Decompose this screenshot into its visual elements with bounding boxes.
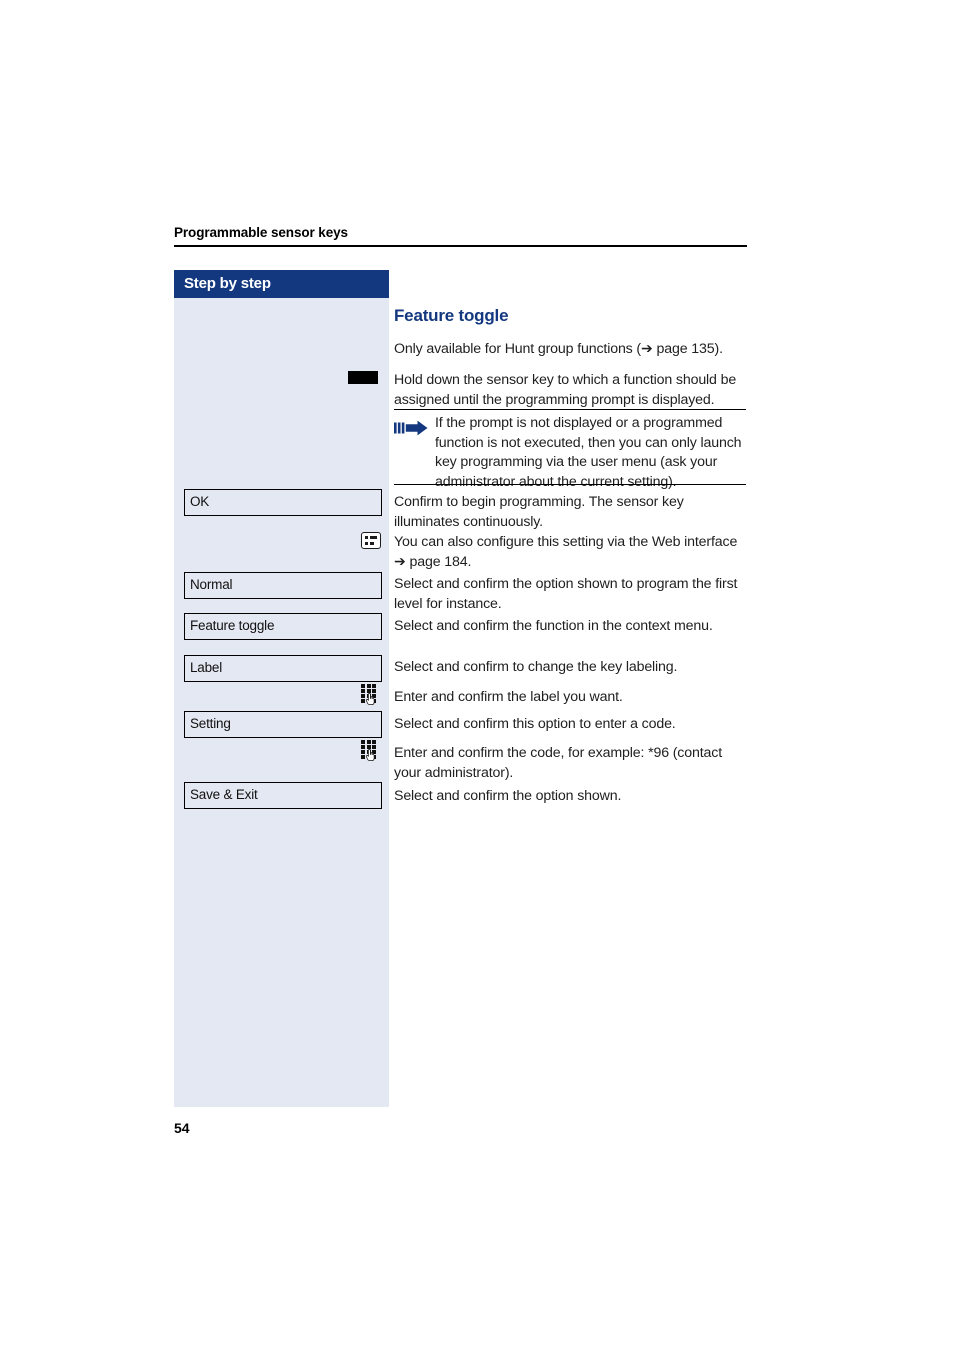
option-label: Save & Exit <box>190 787 258 802</box>
keypad-icon <box>361 740 380 762</box>
note-divider-top <box>394 409 746 411</box>
paragraph-web-interface: You can also configure this setting via … <box>394 534 738 570</box>
option-label: Normal <box>190 577 233 592</box>
option-box-setting[interactable]: Setting <box>184 711 382 738</box>
option-box-save-and-exit[interactable]: Save & Exit <box>184 782 382 809</box>
paragraph-hold-down: Hold down the sensor key to which a func… <box>394 372 737 408</box>
sensor-key-icon <box>348 371 378 384</box>
paragraph-enter-code-option: Select and confirm this option to enter … <box>394 716 676 732</box>
running-head: Programmable sensor keys <box>174 225 348 240</box>
paragraph-confirm-programming: Confirm to begin programming. The sensor… <box>394 494 684 530</box>
hand-pointer-icon <box>366 749 375 761</box>
option-box-label[interactable]: Label <box>184 655 382 682</box>
arrow-note-icon <box>394 420 428 436</box>
option-box-feature-toggle[interactable]: Feature toggle <box>184 613 382 640</box>
web-interface-icon <box>361 532 381 549</box>
paragraph-save-exit: Select and confirm the option shown. <box>394 788 622 804</box>
note-text: If the prompt is not displayed or a prog… <box>435 415 742 490</box>
step-by-step-header-label: Step by step <box>184 275 271 292</box>
page-number: 54 <box>174 1120 190 1136</box>
option-label: Feature toggle <box>190 618 275 633</box>
option-label: Setting <box>190 716 231 731</box>
step-by-step-column: Step by step <box>174 270 389 1107</box>
note-divider-bottom <box>394 484 746 486</box>
paragraph-enter-label: Enter and confirm the label you want. <box>394 689 623 705</box>
page-title: Feature toggle <box>394 306 509 325</box>
keypad-icon <box>361 684 380 706</box>
paragraph-availability: Only available for Hunt group functions … <box>394 341 723 357</box>
hand-pointer-icon <box>366 693 375 705</box>
option-box-normal[interactable]: Normal <box>184 572 382 599</box>
step-by-step-header: Step by step <box>174 270 389 298</box>
option-box-ok[interactable]: OK <box>184 489 382 516</box>
paragraph-enter-code: Enter and confirm the code, for example:… <box>394 745 722 781</box>
paragraph-key-labeling: Select and confirm to change the key lab… <box>394 659 678 675</box>
option-label: Label <box>190 660 223 675</box>
paragraph-context-menu: Select and confirm the function in the c… <box>394 618 713 634</box>
option-label: OK <box>190 494 210 509</box>
header-divider <box>174 245 747 247</box>
paragraph-first-level: Select and confirm the option shown to p… <box>394 576 738 612</box>
